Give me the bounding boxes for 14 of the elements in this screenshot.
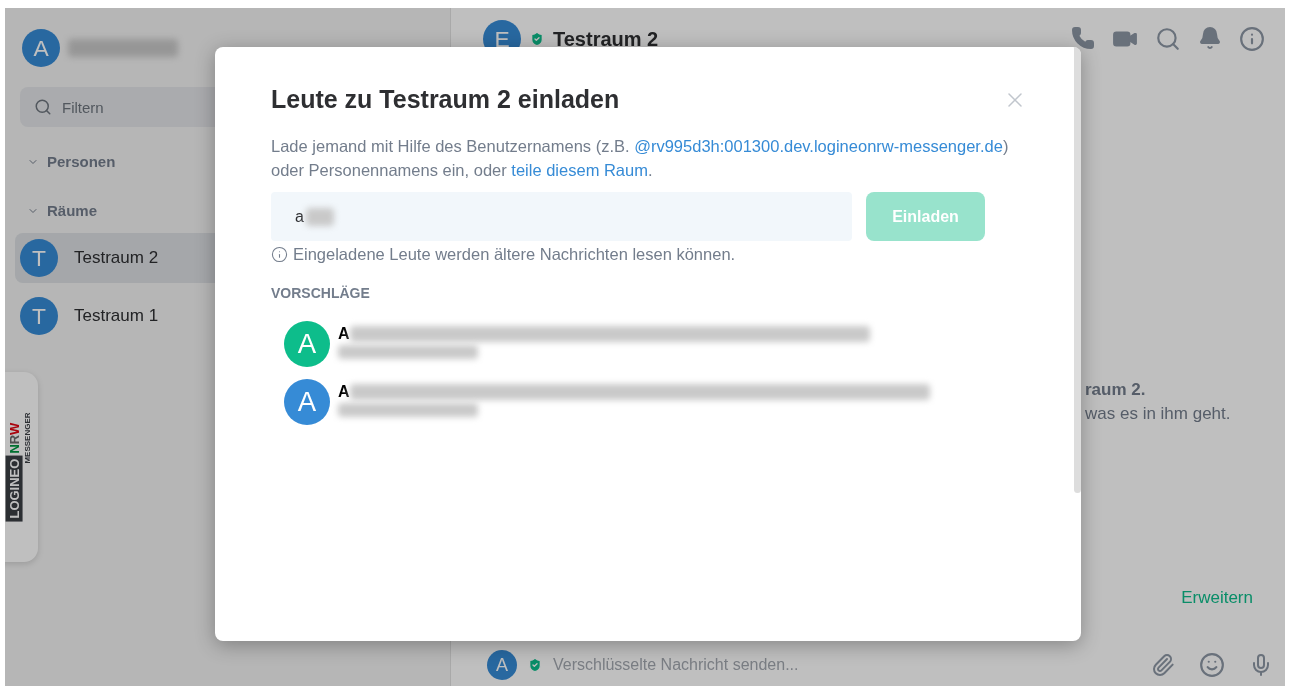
dialog-description: Lade jemand mit Hilfe des Benutzernamens (z.B. @rv995d3h:001300.dev.logineonrw-messenger.de) oder Personennamens ein, oder teile diesem Raum. <box>271 136 1010 181</box>
intro-text: was es in ihm geht. <box>1085 403 1232 425</box>
dialog-title: Leute zu Testraum 2 einladen <box>271 85 620 114</box>
section-heading: VORSCHLÄGE <box>271 285 371 301</box>
room-title: Testraum 2 <box>553 27 660 51</box>
suggestion-name: A <box>338 383 350 401</box>
user-avatar: A <box>284 379 330 425</box>
intro-text: raum 2. <box>1085 379 1147 401</box>
notice-text: Eingeladene Leute werden ältere Nachrichten lesen können. <box>293 245 736 264</box>
room-avatar: T <box>20 297 58 335</box>
room-avatar: T <box>20 239 58 277</box>
suggestion-name: A <box>338 325 350 343</box>
user-avatar: A <box>284 321 330 367</box>
user-avatar: A <box>487 650 517 680</box>
